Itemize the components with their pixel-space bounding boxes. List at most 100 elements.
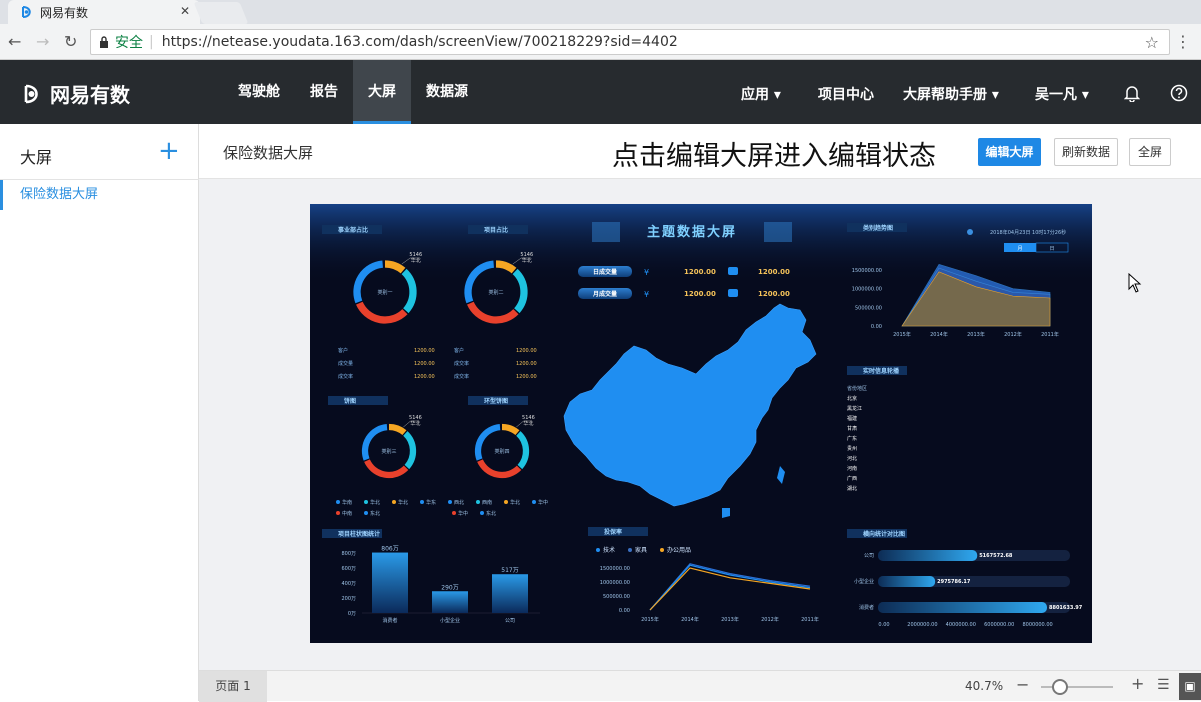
trend-y-tick: 1500000.00 bbox=[852, 268, 882, 274]
nav-report[interactable]: 报告 bbox=[297, 60, 351, 124]
forward-icon[interactable]: → bbox=[36, 32, 49, 51]
address-bar[interactable]: 安全 | https://netease.youdata.163.com/das… bbox=[90, 29, 1170, 55]
zoom-out-icon[interactable]: − bbox=[1016, 675, 1029, 694]
legend-dot bbox=[476, 500, 480, 504]
hainan-island bbox=[722, 508, 730, 518]
fullscreen-button[interactable]: 全屏 bbox=[1129, 138, 1171, 166]
legend-dot bbox=[364, 511, 368, 515]
donut-center-label: 类别三 bbox=[381, 448, 396, 455]
nav-datasource[interactable]: 数据源 bbox=[413, 60, 481, 124]
omnibox-divider: | bbox=[149, 34, 154, 50]
browser-menu-icon[interactable]: ⋮ bbox=[1175, 32, 1191, 51]
trend-x-tick: 2014年 bbox=[930, 331, 948, 338]
line-legend-dot bbox=[596, 548, 600, 552]
panel-title-horizontal: 横向统计对比图 bbox=[863, 530, 905, 538]
legend-label: 华中 bbox=[458, 510, 468, 517]
user-menu[interactable]: 吴一凡 ▾ bbox=[1035, 84, 1089, 104]
kpi-value: 1200.00 bbox=[684, 268, 716, 276]
help-manual-label: 大屏帮助手册 bbox=[903, 87, 987, 103]
mouse-cursor-icon bbox=[1128, 273, 1142, 293]
bar-mark bbox=[492, 574, 528, 613]
app-header: 网易有数 驾驶舱 报告 大屏 数据源 应用 ▾ 项目中心 大屏帮助手册 ▾ 吴一… bbox=[0, 60, 1201, 124]
bell-icon[interactable] bbox=[1124, 84, 1140, 102]
line-series bbox=[649, 563, 811, 611]
bookmark-star-icon[interactable]: ☆ bbox=[1145, 33, 1159, 52]
tab-title: 网易有数 bbox=[40, 5, 89, 20]
hbar-mark bbox=[878, 550, 978, 561]
zoom-in-icon[interactable]: + bbox=[1131, 674, 1144, 693]
legend-label: 东北 bbox=[370, 510, 380, 517]
youdata-favicon-icon bbox=[22, 6, 31, 18]
bar-value-label: 290万 bbox=[441, 584, 458, 591]
legend-label: 华北 bbox=[510, 499, 520, 506]
reload-icon[interactable]: ↻ bbox=[64, 32, 77, 51]
add-screen-icon[interactable]: + bbox=[158, 136, 180, 166]
mini-table-value: 1200.00 bbox=[414, 374, 435, 380]
donut-callout-name: 华北 bbox=[523, 420, 533, 427]
currency-icon: ¥ bbox=[644, 290, 649, 299]
brand-logo[interactable]: 网易有数 bbox=[22, 79, 130, 108]
edit-hint-text: 点击编辑大屏进入编辑状态 bbox=[612, 141, 936, 172]
hbar-value-label: 8801633.97 bbox=[1049, 605, 1083, 611]
mini-table-value: 1200.00 bbox=[516, 374, 537, 380]
realtime-list-item: 贵州 bbox=[847, 445, 857, 452]
legend-label: 中南 bbox=[342, 510, 352, 517]
kpi-label: 月成交量 bbox=[592, 290, 617, 298]
currency-icon: ¥ bbox=[644, 268, 649, 277]
url-text[interactable]: https://netease.youdata.163.com/dash/scr… bbox=[162, 34, 678, 50]
apps-menu[interactable]: 应用 ▾ bbox=[741, 84, 781, 104]
panel-title-project_ratio: 项目占比 bbox=[484, 226, 508, 234]
taiwan-island bbox=[777, 466, 785, 484]
kpi-value: 1200.00 bbox=[684, 290, 716, 298]
kpi-value: 1200.00 bbox=[758, 290, 790, 298]
mini-table-value: 1200.00 bbox=[414, 348, 435, 354]
hbar-category: 消费者 bbox=[859, 604, 874, 611]
mini-table-value: 1200.00 bbox=[516, 348, 537, 354]
nav-cockpit[interactable]: 驾驶舱 bbox=[224, 60, 294, 124]
dashboard-canvas[interactable]: 主题数据大屏 事业部占比 项目占比 饼图 环型饼图 项目柱状图统计 投保率 类别趋势图 实时信息… bbox=[310, 204, 1092, 643]
kpi-value: 1200.00 bbox=[758, 268, 790, 276]
hbar-value-label: 2975786.17 bbox=[937, 579, 971, 585]
refresh-data-button[interactable]: 刷新数据 bbox=[1054, 138, 1118, 166]
new-tab-button[interactable] bbox=[193, 2, 249, 24]
line-y-tick: 0.00 bbox=[619, 608, 630, 614]
zoom-slider-handle[interactable] bbox=[1052, 679, 1068, 695]
caret-down-icon: ▾ bbox=[773, 87, 781, 103]
title-deco-left bbox=[592, 222, 620, 242]
trend-toggle-label: 日 bbox=[1049, 246, 1054, 252]
bar-y-tick: 200万 bbox=[341, 596, 356, 602]
back-icon[interactable]: ← bbox=[8, 32, 21, 51]
fit-width-icon[interactable]: ☰ bbox=[1157, 677, 1170, 693]
trend-y-tick: 0.00 bbox=[871, 324, 882, 330]
help-manual-menu[interactable]: 大屏帮助手册 ▾ bbox=[903, 84, 999, 104]
bar-x-tick: 消费者 bbox=[382, 617, 397, 624]
hbar-mark bbox=[878, 576, 936, 587]
donut-segment bbox=[501, 423, 520, 436]
donut-segment bbox=[516, 431, 530, 470]
line-legend-dot bbox=[628, 548, 632, 552]
hbar-x-tick: 8000000.00 bbox=[1022, 622, 1052, 628]
donut-segment bbox=[388, 423, 407, 436]
edit-screen-button[interactable]: 编辑大屏 bbox=[978, 138, 1041, 166]
realtime-list-item: 黑龙江 bbox=[847, 405, 862, 412]
hbar-category: 公司 bbox=[864, 553, 874, 559]
sidebar-item-insurance-screen[interactable]: 保险数据大屏 bbox=[0, 180, 199, 210]
security-label: 安全 bbox=[115, 35, 143, 51]
line-y-tick: 1500000.00 bbox=[600, 566, 630, 572]
legend-dot bbox=[448, 500, 452, 504]
legend-dot bbox=[392, 500, 396, 504]
help-icon[interactable] bbox=[1170, 84, 1188, 102]
legend-label: 东北 bbox=[486, 510, 496, 517]
kpi-icon bbox=[728, 289, 738, 297]
line-legend-label: 家具 bbox=[635, 546, 647, 554]
bar-x-tick: 公司 bbox=[505, 618, 515, 624]
tab-close-icon[interactable]: ✕ bbox=[180, 4, 190, 18]
fit-screen-icon[interactable]: ▣ bbox=[1179, 673, 1201, 700]
hbar-x-tick: 2000000.00 bbox=[907, 622, 937, 628]
page-tab[interactable]: 页面 1 bbox=[199, 671, 267, 702]
nav-screen[interactable]: 大屏 bbox=[353, 60, 411, 124]
project-center-link[interactable]: 项目中心 bbox=[818, 84, 874, 104]
browser-tab[interactable]: 网易有数 ✕ bbox=[8, 0, 200, 24]
hbar-category: 小型企业 bbox=[854, 578, 874, 585]
legend-dot bbox=[364, 500, 368, 504]
